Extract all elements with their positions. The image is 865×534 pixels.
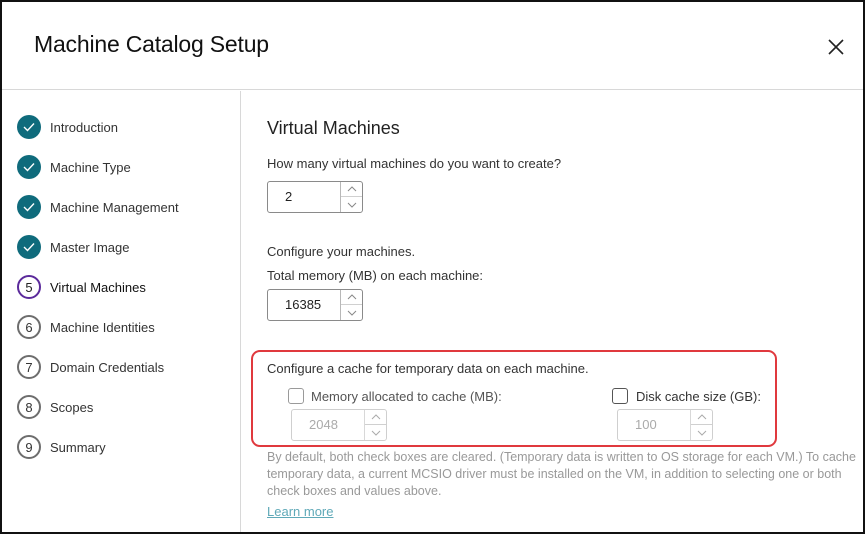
wizard-steps: Introduction Machine Type Machine Manage… (2, 91, 241, 532)
decrement-button[interactable] (365, 425, 386, 440)
increment-button[interactable] (341, 290, 362, 305)
disk-cache-checkbox[interactable] (612, 388, 628, 404)
step-label: Machine Type (50, 159, 131, 175)
chevron-up-icon (347, 294, 356, 300)
memory-cache-checkbox[interactable] (288, 388, 304, 404)
vm-count-input[interactable]: 2 (268, 182, 341, 212)
vm-count-label: How many virtual machines do you want to… (267, 156, 562, 171)
chevron-up-icon (371, 414, 380, 420)
close-button[interactable] (824, 35, 848, 59)
decrement-button[interactable] (341, 197, 362, 212)
step-summary[interactable]: 9 Summary (17, 434, 106, 460)
step-label: Summary (50, 439, 106, 455)
memory-input[interactable]: 16385 (268, 290, 341, 320)
step-scopes[interactable]: 8 Scopes (17, 394, 93, 420)
memory-stepper[interactable]: 16385 (267, 289, 363, 321)
chevron-down-icon (371, 430, 380, 436)
step-number-7: 7 (17, 355, 41, 379)
step-label: Machine Identities (50, 319, 155, 335)
disk-cache-input[interactable]: 100 (618, 410, 691, 440)
close-icon (828, 39, 844, 55)
chevron-up-icon (697, 414, 706, 420)
memory-cache-stepper[interactable]: 2048 (291, 409, 387, 441)
check-icon (17, 115, 41, 139)
cache-note: By default, both check boxes are cleared… (267, 450, 856, 498)
memory-cache-input[interactable]: 2048 (292, 410, 365, 440)
cache-label: Configure a cache for temporary data on … (267, 361, 589, 376)
increment-button[interactable] (341, 182, 362, 197)
step-label: Master Image (50, 239, 130, 255)
disk-cache-stepper[interactable]: 100 (617, 409, 713, 441)
increment-button[interactable] (691, 410, 712, 425)
configure-machines-label: Configure your machines. (267, 244, 416, 259)
step-label: Machine Management (50, 199, 179, 215)
chevron-down-icon (347, 310, 356, 316)
chevron-up-icon (347, 186, 356, 192)
step-number-6: 6 (17, 315, 41, 339)
disk-cache-label: Disk cache size (GB): (636, 389, 761, 404)
dialog-title: Machine Catalog Setup (34, 31, 269, 57)
step-master-image[interactable]: Master Image (17, 234, 129, 260)
step-number-9: 9 (17, 435, 41, 459)
step-machine-identities[interactable]: 6 Machine Identities (17, 314, 155, 340)
learn-more-link[interactable]: Learn more (267, 504, 333, 519)
step-label: Domain Credentials (50, 359, 165, 375)
vm-count-stepper[interactable]: 2 (267, 181, 363, 213)
chevron-down-icon (697, 430, 706, 436)
dialog-header: Machine Catalog Setup (2, 2, 863, 90)
memory-cache-label: Memory allocated to cache (MB): (311, 389, 502, 404)
check-icon (17, 155, 41, 179)
check-icon (17, 235, 41, 259)
memory-label: Total memory (MB) on each machine: (267, 268, 484, 283)
decrement-button[interactable] (691, 425, 712, 440)
step-virtual-machines[interactable]: 5 Virtual Machines (17, 274, 146, 300)
check-icon (17, 195, 41, 219)
step-introduction[interactable]: Introduction (17, 114, 118, 140)
chevron-down-icon (347, 202, 356, 208)
machine-catalog-dialog: Machine Catalog Setup Introduction Machi… (0, 0, 865, 534)
section-heading: Virtual Machines (267, 118, 400, 138)
step-label: Introduction (50, 119, 118, 135)
step-label: Virtual Machines (50, 279, 146, 295)
step-label: Scopes (50, 399, 94, 415)
step-machine-management[interactable]: Machine Management (17, 194, 179, 220)
main-panel: Virtual Machines How many virtual machin… (243, 91, 863, 532)
step-domain-credentials[interactable]: 7 Domain Credentials (17, 354, 164, 380)
decrement-button[interactable] (341, 305, 362, 320)
increment-button[interactable] (365, 410, 386, 425)
step-number-5: 5 (17, 275, 41, 299)
step-machine-type[interactable]: Machine Type (17, 154, 131, 180)
step-number-8: 8 (17, 395, 41, 419)
